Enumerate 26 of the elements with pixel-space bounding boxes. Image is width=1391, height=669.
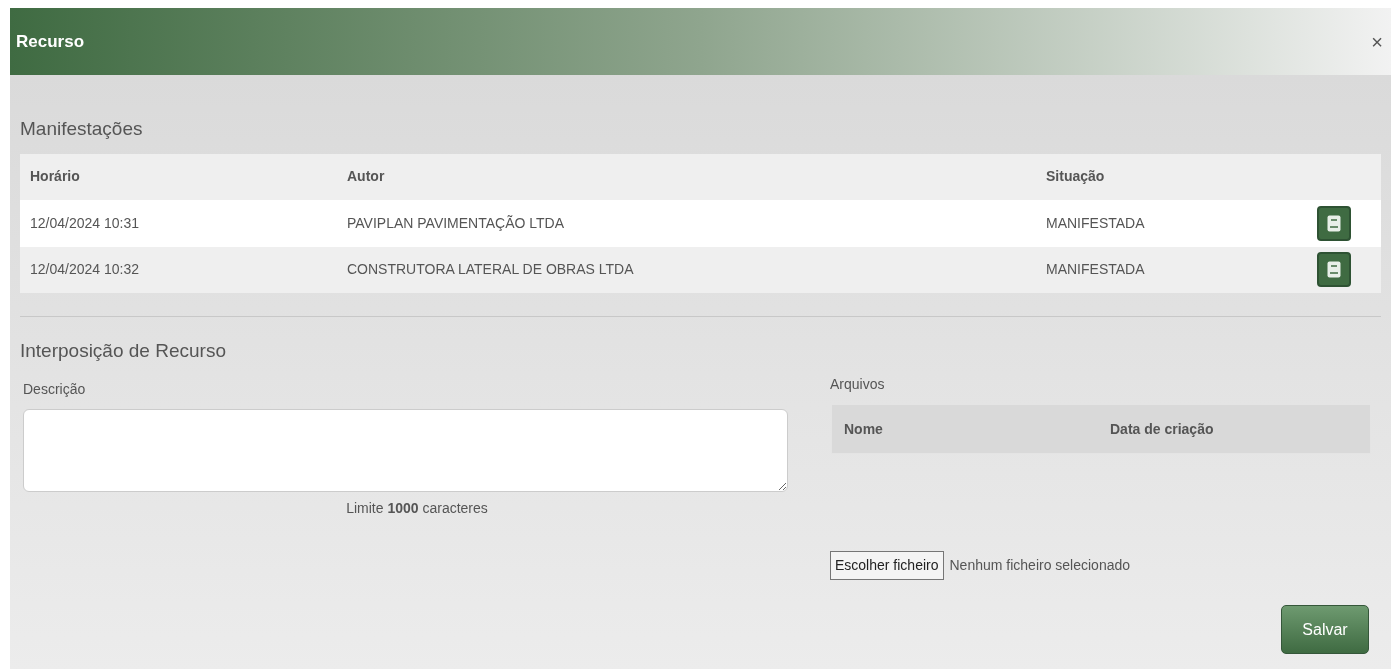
field-label: Descrição [23, 380, 86, 399]
table-cell-text: MANIFESTADA [1046, 260, 1146, 279]
column-header: Situação [1046, 167, 1106, 186]
table-cell-text: 12/04/2024 10:32 [29, 260, 140, 279]
column-header: Nome [844, 419, 884, 439]
column-header: Data de criação [1110, 419, 1214, 439]
description-field[interactable] [23, 409, 788, 492]
table-cell-text: MANIFESTADA [1046, 213, 1146, 233]
table-cell-text: 12/04/2024 10:31 [29, 213, 140, 233]
table-cell-text: PAVIPLAN PAVIMENTAÇÃO LTDA [347, 213, 566, 233]
document-icon [1327, 261, 1341, 278]
section-heading: Interposição de Recurso [20, 338, 227, 363]
field-label: Arquivos [830, 375, 885, 394]
table-cell-text: CONSTRUTORA LATERAL DE OBRAS LTDA [347, 260, 635, 279]
section-heading: Manifestações [20, 117, 144, 141]
close-button[interactable]: × [1371, 26, 1383, 57]
column-header: Horário [29, 167, 81, 186]
choose-file-button[interactable]: Escolher ficheiro [830, 551, 944, 580]
character-limit-note: Limite 1000 caracteres [346, 499, 488, 518]
document-icon [1327, 214, 1341, 232]
dialog-title: Recurso [16, 30, 85, 53]
save-button[interactable]: Salvar [1281, 605, 1369, 654]
column-header: Autor [347, 167, 386, 186]
view-document-button[interactable] [1317, 205, 1351, 241]
view-document-button[interactable] [1317, 252, 1351, 287]
file-status: Nenhum ficheiro selecionado [949, 556, 1131, 575]
